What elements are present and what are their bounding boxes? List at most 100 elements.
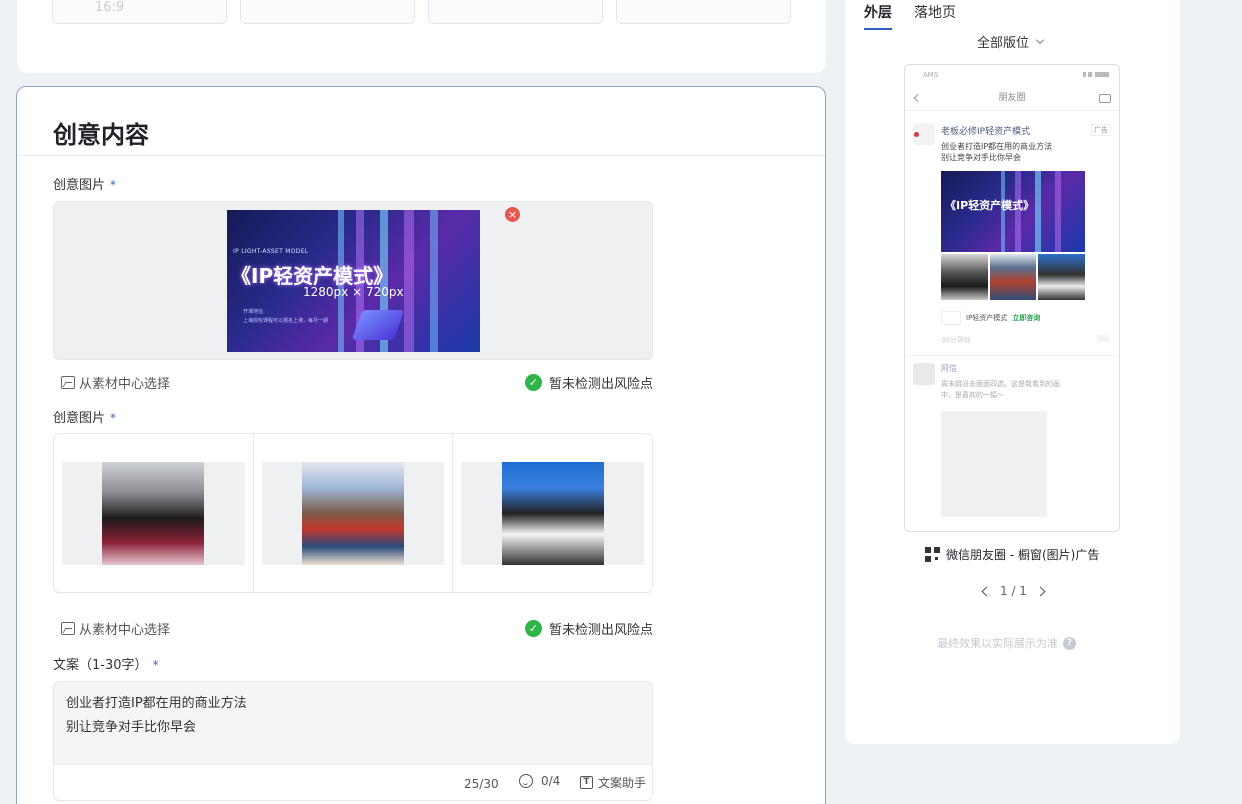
- preview-note: 最终效果以实际展示为准 ?: [937, 635, 1076, 651]
- image-slot-3[interactable]: [453, 434, 652, 592]
- divider: [905, 355, 1119, 356]
- pick-material-label: 从素材中心选择: [79, 377, 171, 392]
- banner-line-1: 开课地址:: [243, 309, 265, 315]
- pick-material-link-2[interactable]: 从素材中心选择: [61, 619, 170, 638]
- ad-link-name: IP轻资产模式: [966, 314, 1008, 322]
- pick-material-label-2: 从素材中心选择: [79, 623, 171, 638]
- friend-image: [941, 411, 1047, 517]
- remove-image-icon[interactable]: ×: [505, 207, 520, 222]
- risk-status-text: 暂未检测出风险点: [548, 377, 653, 392]
- friend-name: 阿信: [941, 364, 957, 373]
- pager-text: 1 / 1: [1000, 584, 1027, 598]
- risk-status: ✓ 暂未检测出风险点: [524, 373, 653, 392]
- copy-helper-button[interactable]: T 文案助手: [580, 774, 646, 791]
- ratio-card: 16:9: [17, 0, 826, 73]
- copy-toolbar: 25/30 0/4 T 文案助手: [54, 764, 652, 800]
- preview-caption: 微信朋友圈 - 橱窗(图片)广告: [925, 546, 1099, 563]
- position-select-value: 全部版位: [977, 36, 1030, 51]
- banner-small-text: IP LIGHT-ASSET MODEL: [233, 248, 309, 255]
- copy-label-text: 文案（1-30字）: [53, 658, 148, 673]
- ad-text: 创业者打造IP都在用的商业方法 别让竞争对手比你早会: [941, 142, 1053, 162]
- tab-landing-page[interactable]: 落地页: [914, 2, 956, 30]
- phone-nav-bar: 朋友圈: [905, 87, 1119, 111]
- banner-size-text: 1280px × 720px: [303, 285, 404, 299]
- help-icon[interactable]: ?: [1063, 636, 1076, 650]
- check-circle-icon: ✓: [524, 374, 542, 391]
- preview-caption-text: 微信朋友圈 - 橱窗(图片)广告: [946, 548, 1100, 562]
- main-image-meta: 从素材中心选择 ✓ 暂未检测出风险点: [53, 373, 653, 393]
- char-count: 25/30: [464, 777, 499, 791]
- risk-status-2: ✓ 暂未检测出风险点: [524, 619, 653, 638]
- main-image-uploader[interactable]: IP LIGHT-ASSET MODEL 《IP轻资产模式》 1280px × …: [53, 201, 653, 360]
- ratio-options: 16:9: [52, 0, 791, 24]
- ad-thumb-1: [941, 254, 988, 300]
- brand-logo: [941, 311, 961, 325]
- copy-label: 文案（1-30字） *: [53, 654, 159, 673]
- copy-helper-label: 文案助手: [598, 776, 647, 790]
- emoji-button[interactable]: 0/4: [519, 774, 560, 788]
- image-label-group: 创意图片 *: [53, 407, 116, 426]
- ad-thumbnails: [941, 254, 1086, 300]
- divider: [17, 155, 825, 156]
- preview-tabs: 外层 落地页: [864, 2, 956, 30]
- chevron-down-icon: [1035, 35, 1045, 44]
- ad-avatar: [913, 123, 935, 145]
- friend-text: 周末跳没去面面四选，这是我看到的画 中，是喜欢的一幅～: [941, 380, 1060, 399]
- ratio-option-16-9[interactable]: 16:9: [52, 0, 227, 24]
- ratio-option-4[interactable]: [616, 0, 791, 24]
- card-title: 创意内容: [53, 121, 149, 149]
- image-label-text-2: 创意图片: [53, 411, 106, 426]
- check-circle-icon: ✓: [524, 620, 542, 637]
- ad-name: 老板必修IP轻资产模式: [941, 127, 1031, 137]
- more-icon: [1097, 335, 1109, 342]
- banner-line-2: 上海授权课程可以报名上课，每月一期: [243, 318, 329, 324]
- image-slot-2[interactable]: [253, 434, 454, 592]
- text-icon: T: [580, 776, 593, 789]
- ad-banner: 《IP轻资产模式》: [941, 171, 1085, 252]
- event-photo-3: [501, 462, 604, 565]
- ad-banner-title: 《IP轻资产模式》: [945, 199, 1035, 212]
- preview-pager: 1 / 1: [981, 584, 1046, 598]
- emoji-icon: [519, 774, 533, 788]
- ad-thumb-2: [989, 254, 1037, 300]
- creative-content-card: 创意内容 创意图片 * IP LIGHT-ASSET MODEL 《IP轻资产模式…: [16, 86, 826, 804]
- phone-status-text: AMS: [923, 71, 939, 79]
- position-select[interactable]: 全部版位: [977, 32, 1045, 51]
- friend-avatar: [913, 363, 935, 385]
- qr-code-icon[interactable]: [925, 547, 940, 562]
- group-image-meta: 从素材中心选择 ✓ 暂未检测出风险点: [53, 619, 653, 639]
- phone-nav-title: 朋友圈: [998, 93, 1026, 103]
- phone-preview: AMS 朋友圈 老板必修IP轻资产模式 广告 创业者打造IP都在用的商业方法 别…: [904, 64, 1120, 532]
- prev-page-icon[interactable]: [981, 586, 992, 596]
- required-mark-3: *: [152, 658, 159, 672]
- emoji-count: 0/4: [541, 774, 561, 788]
- tab-outer[interactable]: 外层: [864, 2, 892, 30]
- signal-icon: [1083, 72, 1109, 77]
- image-label-main: 创意图片 *: [53, 174, 116, 193]
- camera-icon: [1099, 94, 1111, 103]
- phone-status-bar: AMS: [905, 65, 1119, 87]
- preview-panel: 外层 落地页 全部版位 AMS 朋友圈 老板必修IP轻资产模式 广告 创业者打造…: [845, 0, 1180, 744]
- ad-badge: 广告: [1091, 124, 1111, 136]
- ratio-option-2[interactable]: [240, 0, 415, 24]
- required-mark-2: *: [110, 411, 117, 425]
- next-page-icon[interactable]: [1035, 586, 1046, 596]
- image-label-text: 创意图片: [53, 178, 106, 193]
- image-icon: [61, 376, 75, 389]
- pick-material-link[interactable]: 从素材中心选择: [61, 373, 170, 392]
- event-photo-1: [102, 462, 205, 565]
- image-icon: [61, 622, 75, 635]
- event-photo-2: [302, 462, 404, 565]
- ad-time: 30分钟前: [941, 336, 971, 344]
- ad-thumb-3: [1038, 254, 1086, 300]
- image-slot-1[interactable]: [54, 434, 254, 592]
- back-icon: [913, 93, 923, 103]
- group-image-uploader: [53, 433, 653, 593]
- copy-textarea[interactable]: 创业者打造IP都在用的商业方法 别让竞争对手比你早会 25/30 0/4 T 文…: [53, 681, 653, 801]
- ad-link-row: IP轻资产模式 立即咨询: [941, 311, 1040, 325]
- copy-text[interactable]: 创业者打造IP都在用的商业方法 别让竞争对手比你早会: [66, 692, 247, 740]
- required-mark: *: [110, 178, 117, 192]
- ratio-option-3[interactable]: [428, 0, 603, 24]
- banner-image: IP LIGHT-ASSET MODEL 《IP轻资产模式》 1280px × …: [227, 210, 480, 352]
- risk-status-text-2: 暂未检测出风险点: [548, 623, 653, 638]
